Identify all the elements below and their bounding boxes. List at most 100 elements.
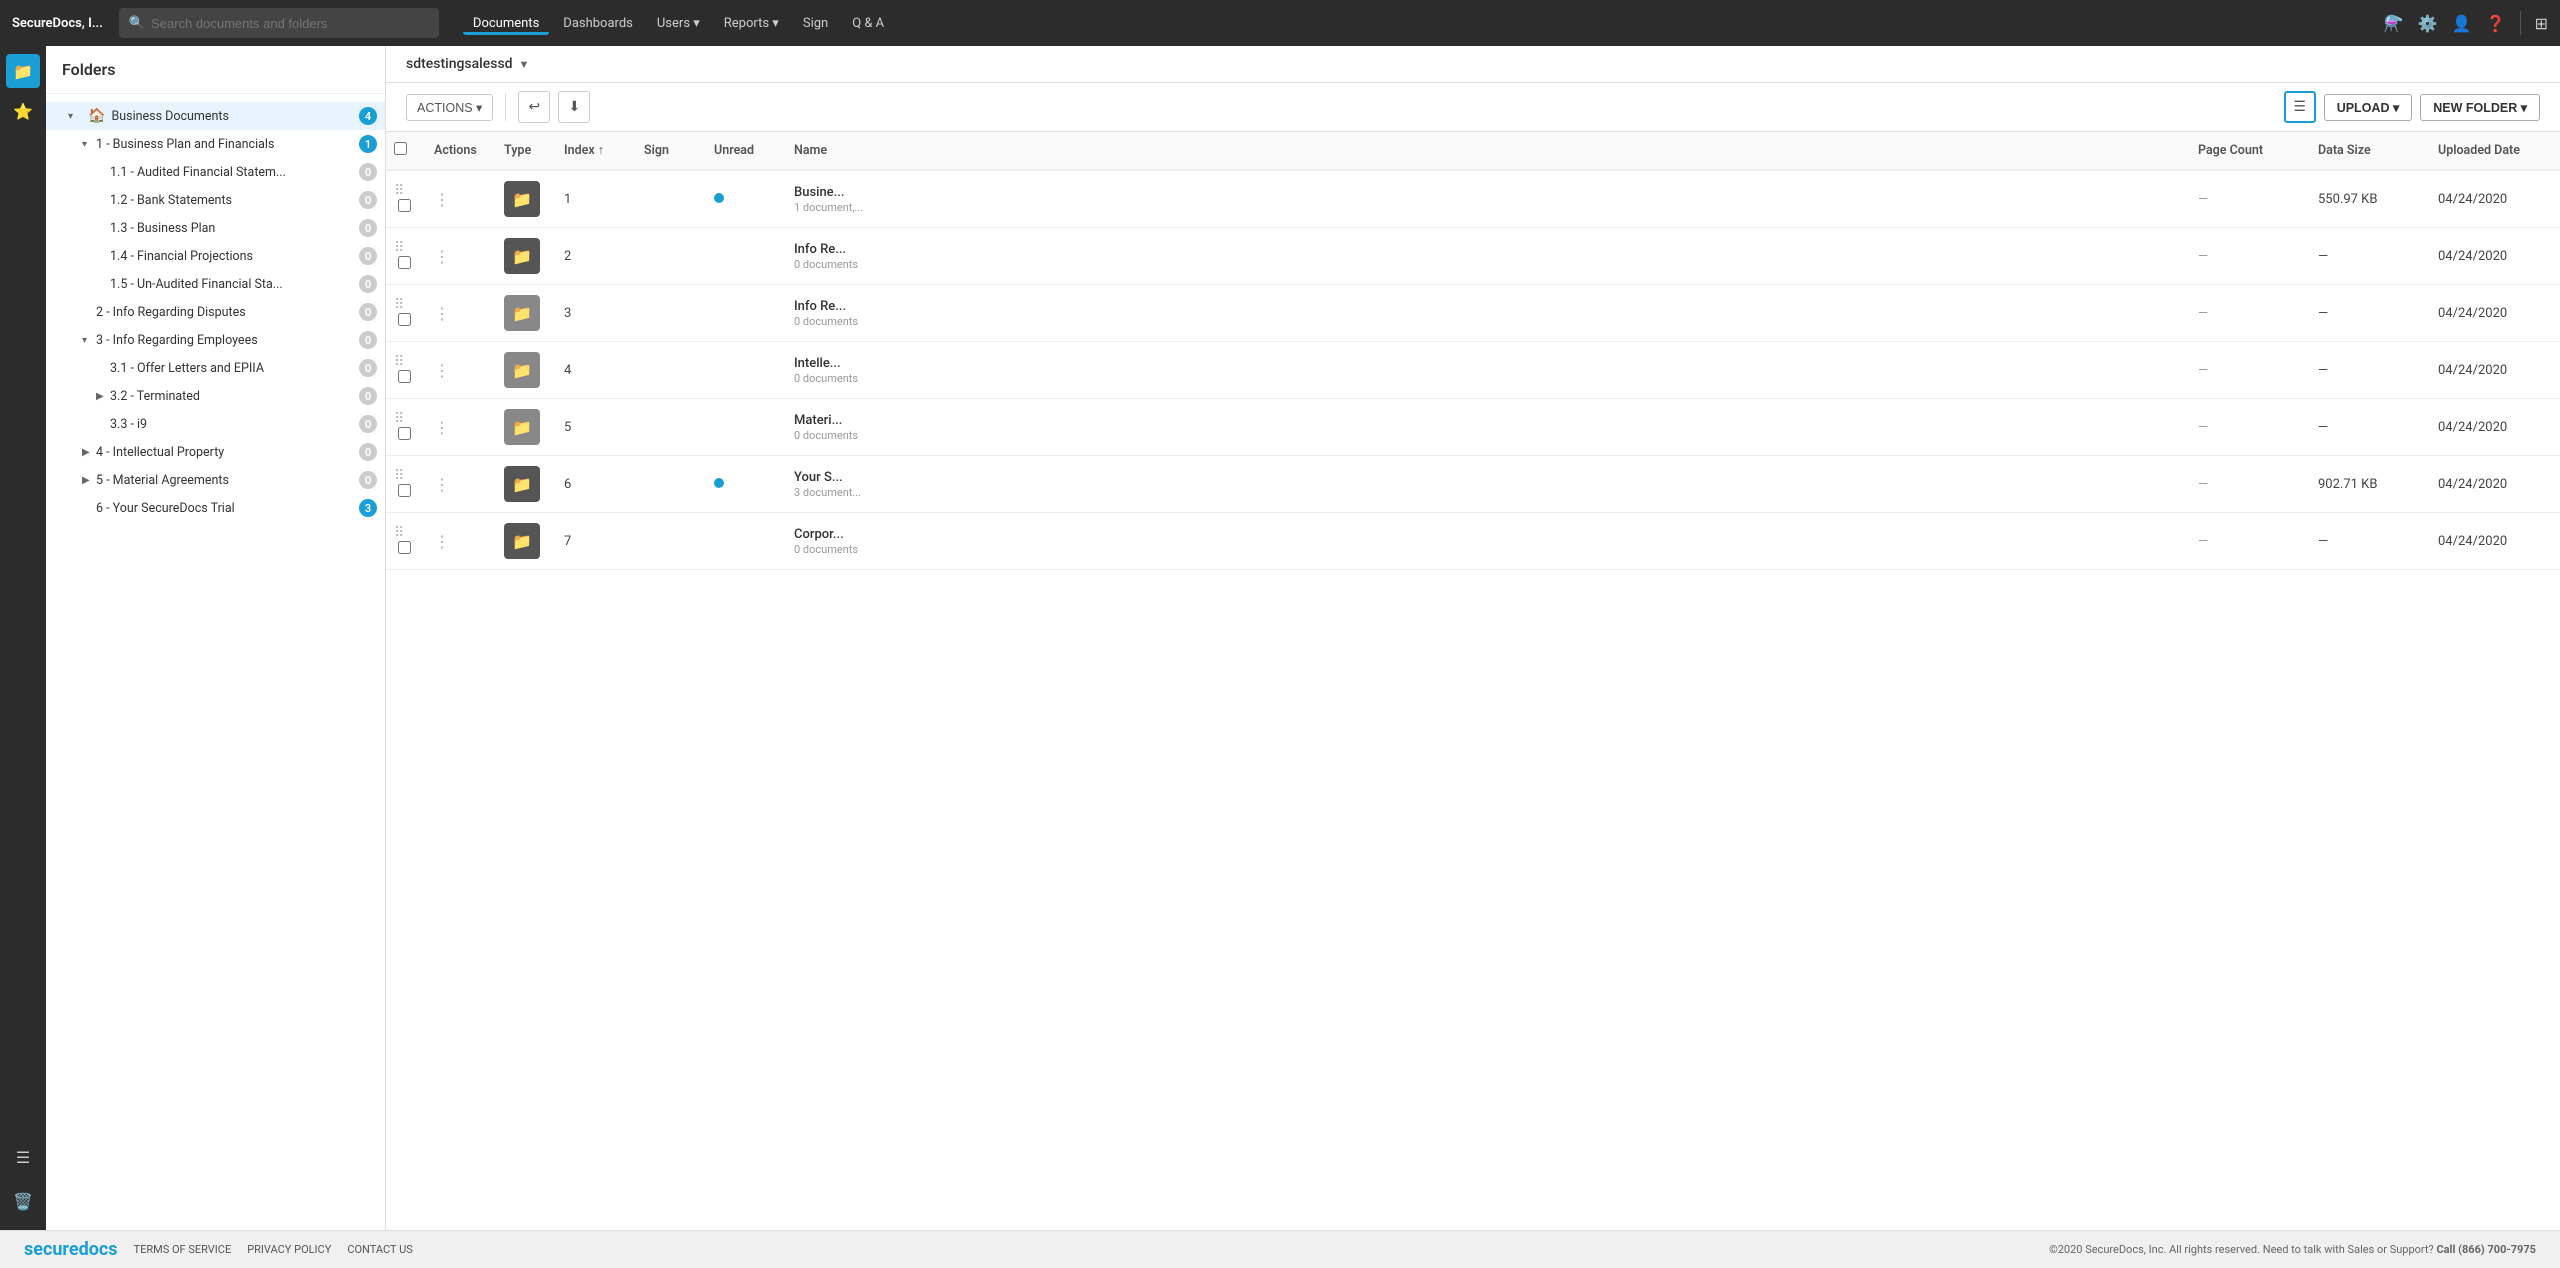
row-action-dots[interactable]: ⋮ <box>434 304 451 323</box>
user-icon[interactable]: 👤 <box>2452 14 2472 33</box>
tree-badge: 0 <box>359 443 377 461</box>
tree-item[interactable]: 2 - Info Regarding Disputes 0 <box>46 298 385 326</box>
row-checkbox[interactable] <box>398 427 411 440</box>
grid-icon[interactable]: ⊞ <box>2535 14 2548 33</box>
actions-button[interactable]: ACTIONS ▾ <box>406 94 493 121</box>
row-actions[interactable]: ⋮ <box>426 342 496 399</box>
tree-item[interactable]: ▶ 3.2 - Terminated 0 <box>46 382 385 410</box>
row-checkbox[interactable] <box>398 541 411 554</box>
row-checkbox[interactable] <box>398 256 411 269</box>
row-actions[interactable]: ⋮ <box>426 170 496 228</box>
brand-part1: secure <box>24 1239 79 1260</box>
upload-button[interactable]: UPLOAD ▾ <box>2324 94 2413 121</box>
nav-dashboards[interactable]: Dashboards <box>553 12 643 35</box>
tree-label: 1.3 - Business Plan <box>110 221 359 236</box>
list-strip-btn[interactable]: ☰ <box>6 1140 40 1174</box>
row-name[interactable]: Materi... 0 documents <box>786 399 2190 456</box>
col-header-index[interactable]: Index ↑ <box>556 132 636 170</box>
workspace-select[interactable]: sdtestingsalessd ▼ <box>406 56 529 72</box>
download-button[interactable]: ⬇ <box>558 91 590 123</box>
trash-strip-btn[interactable]: 🗑️ <box>6 1184 40 1218</box>
search-bar[interactable]: 🔍 <box>119 8 439 38</box>
search-input[interactable] <box>151 16 429 31</box>
table-row: ⠿ ⋮ 📁 1 Busine... 1 document,... — 550.9… <box>386 170 2560 228</box>
row-actions[interactable]: ⋮ <box>426 456 496 513</box>
help-icon[interactable]: ❓ <box>2486 14 2506 33</box>
row-unread <box>706 170 786 228</box>
tree-item[interactable]: 1.5 - Un-Audited Financial Sta... 0 <box>46 270 385 298</box>
row-unread <box>706 342 786 399</box>
row-unread <box>706 285 786 342</box>
tree-label: 3.2 - Terminated <box>110 389 359 404</box>
view-toggle-button[interactable]: ☰ <box>2284 91 2316 123</box>
col-header-size: Data Size <box>2310 132 2430 170</box>
tree-item[interactable]: ▶ 4 - Intellectual Property 0 <box>46 438 385 466</box>
nav-links: Documents Dashboards Users ▾ Reports ▾ S… <box>463 12 894 35</box>
row-action-dots[interactable]: ⋮ <box>434 361 451 380</box>
row-actions[interactable]: ⋮ <box>426 399 496 456</box>
tree-badge: 0 <box>359 275 377 293</box>
tree-item[interactable]: ▾ 3 - Info Regarding Employees 0 <box>46 326 385 354</box>
row-checkbox[interactable] <box>398 199 411 212</box>
gear-icon[interactable]: ⚙️ <box>2418 14 2438 33</box>
nav-documents[interactable]: Documents <box>463 12 549 35</box>
privacy-link[interactable]: PRIVACY POLICY <box>247 1243 331 1256</box>
star-strip-btn[interactable]: ⭐ <box>6 94 40 128</box>
row-drag-handle: ⠿ <box>386 456 426 513</box>
documents-table: Actions Type Index ↑ Sign Unread Name Pa… <box>386 132 2560 570</box>
row-action-dots[interactable]: ⋮ <box>434 418 451 437</box>
new-folder-button[interactable]: NEW FOLDER ▾ <box>2420 94 2540 121</box>
row-name[interactable]: Info Re... 0 documents <box>786 285 2190 342</box>
footer-brand: securedocs <box>24 1239 118 1260</box>
tree-toggle: ▾ <box>82 139 96 150</box>
undo-button[interactable]: ↩ <box>518 91 550 123</box>
col-header-checkbox <box>386 132 426 170</box>
tree-item[interactable]: 1.4 - Financial Projections 0 <box>46 242 385 270</box>
row-name[interactable]: Your S... 3 document... <box>786 456 2190 513</box>
row-action-dots[interactable]: ⋮ <box>434 475 451 494</box>
row-name-secondary: 0 documents <box>794 429 2182 442</box>
row-type: 📁 <box>496 399 556 456</box>
tree-item[interactable]: 3.3 - i9 0 <box>46 410 385 438</box>
row-action-dots[interactable]: ⋮ <box>434 190 451 209</box>
nav-reports[interactable]: Reports ▾ <box>714 12 789 35</box>
tree-item[interactable]: 6 - Your SecureDocs Trial 3 <box>46 494 385 522</box>
row-actions[interactable]: ⋮ <box>426 513 496 570</box>
tree-item[interactable]: ▾ 1 - Business Plan and Financials 1 <box>46 130 385 158</box>
tree-item[interactable]: ▶ 5 - Material Agreements 0 <box>46 466 385 494</box>
row-action-dots[interactable]: ⋮ <box>434 532 451 551</box>
row-name[interactable]: Corpor... 0 documents <box>786 513 2190 570</box>
row-name[interactable]: Intelle... 0 documents <box>786 342 2190 399</box>
tree-item[interactable]: 1.3 - Business Plan 0 <box>46 214 385 242</box>
tree-item[interactable]: ▾ 🏠 Business Documents 4 <box>46 102 385 130</box>
top-nav: SecureDocs, I... 🔍 Documents Dashboards … <box>0 0 2560 46</box>
tree-item[interactable]: 1.2 - Bank Statements 0 <box>46 186 385 214</box>
nav-users[interactable]: Users ▾ <box>647 12 710 35</box>
nav-sign[interactable]: Sign <box>793 12 838 35</box>
row-checkbox[interactable] <box>398 313 411 326</box>
folder-icon: 📁 <box>504 238 540 274</box>
flask-icon[interactable]: ⚗️ <box>2384 14 2404 33</box>
table-row: ⠿ ⋮ 📁 7 Corpor... 0 documents — — 04/24/… <box>386 513 2560 570</box>
row-type: 📁 <box>496 285 556 342</box>
select-all-checkbox[interactable] <box>394 142 407 155</box>
row-actions[interactable]: ⋮ <box>426 228 496 285</box>
row-action-dots[interactable]: ⋮ <box>434 247 451 266</box>
contact-link[interactable]: CONTACT US <box>347 1243 412 1256</box>
row-index: 7 <box>556 513 636 570</box>
row-name[interactable]: Busine... 1 document,... <box>786 170 2190 228</box>
row-checkbox[interactable] <box>398 484 411 497</box>
tree-item[interactable]: 3.1 - Offer Letters and EPIIA 0 <box>46 354 385 382</box>
footer: securedocs TERMS OF SERVICE PRIVACY POLI… <box>0 1230 2560 1268</box>
row-index: 2 <box>556 228 636 285</box>
tree-item[interactable]: 1.1 - Audited Financial Statem... 0 <box>46 158 385 186</box>
nav-qa[interactable]: Q & A <box>842 12 894 35</box>
row-checkbox[interactable] <box>398 370 411 383</box>
tree-toggle: ▶ <box>82 447 96 458</box>
brand-label: SecureDocs, I... <box>12 16 103 31</box>
row-name[interactable]: Info Re... 0 documents <box>786 228 2190 285</box>
folder-strip-btn[interactable]: 📁 <box>6 54 40 88</box>
terms-link[interactable]: TERMS OF SERVICE <box>134 1243 232 1256</box>
row-actions[interactable]: ⋮ <box>426 285 496 342</box>
nav-separator <box>2520 11 2521 35</box>
